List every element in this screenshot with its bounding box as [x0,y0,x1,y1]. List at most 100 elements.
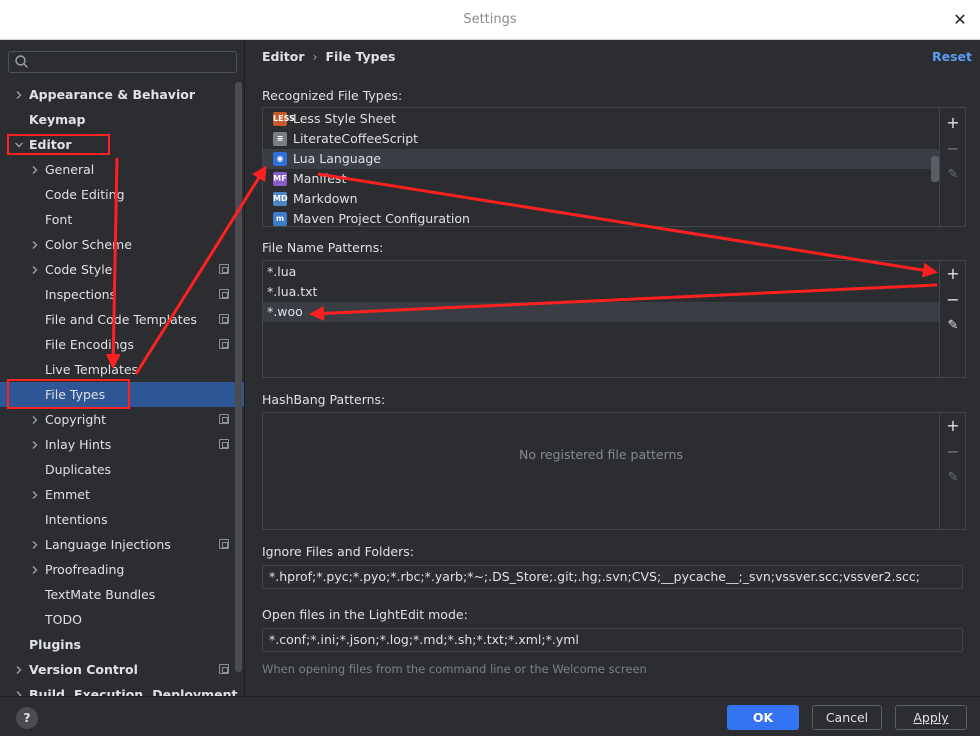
pattern-item[interactable]: *.lua [263,262,939,282]
chevron-right-icon[interactable] [14,682,26,696]
file-type-label: Lua Language [293,151,381,166]
sidebar-item-todo[interactable]: TODO [0,607,244,632]
file-type-item[interactable]: m Maven Project Configuration [263,209,939,226]
sidebar-item-build-execution-deployment[interactable]: Build, Execution, Deployment [0,682,244,696]
sidebar-item-editor[interactable]: Editor [0,132,244,157]
sidebar-item-color-scheme[interactable]: Color Scheme [0,232,244,257]
file-type-item[interactable]: ◉ Lua Language [263,149,939,169]
sidebar-item-plugins[interactable]: Plugins [0,632,244,657]
project-scope-icon [219,414,229,424]
sidebar-item-label: Code Editing [45,187,125,202]
remove-pattern-button[interactable]: − [940,287,966,313]
window-title: Settings [463,12,517,27]
chevron-right-icon[interactable] [30,232,42,257]
edit-file-type-button[interactable]: ✎ [940,162,966,188]
file-types-scrollbar[interactable] [931,156,939,182]
sidebar-item-proofreading[interactable]: Proofreading [0,557,244,582]
sidebar-item-copyright[interactable]: Copyright [0,407,244,432]
settings-sidebar: Appearance & Behavior Keymap Editor General… [0,40,245,696]
sidebar-item-label: File Encodings [45,337,135,352]
lua-icon: ◉ [273,152,287,166]
chevron-right-icon[interactable] [14,657,26,682]
ignore-files-field[interactable]: *.hprof;*.pyc;*.pyo;*.rbc;*.yarb;*~;.DS_… [262,565,963,589]
file-type-item[interactable]: ≡ LiterateCoffeeScript [263,129,939,149]
sidebar-item-live-templates[interactable]: Live Templates [0,357,244,382]
breadcrumb-separator: › [312,49,318,64]
settings-tree: Appearance & Behavior Keymap Editor General… [0,82,244,696]
sidebar-item-label: General [45,162,95,177]
sidebar-item-keymap[interactable]: Keymap [0,107,244,132]
sidebar-item-emmet[interactable]: Emmet [0,482,244,507]
remove-file-type-button[interactable]: − [940,136,966,162]
sidebar-item-language-injections[interactable]: Language Injections [0,532,244,557]
sidebar-item-duplicates[interactable]: Duplicates [0,457,244,482]
sidebar-item-font[interactable]: Font [0,207,244,232]
sidebar-item-label: TODO [45,612,82,627]
project-scope-icon [219,289,229,299]
file-type-item[interactable]: MD Markdown [263,189,939,209]
hashbang-patterns-list[interactable]: No registered file patterns [262,412,940,530]
pattern-item[interactable]: *.lua.txt [263,282,939,302]
chevron-right-icon[interactable] [14,82,26,107]
less-icon: LESS [273,112,295,126]
maven-icon: m [273,212,287,226]
add-file-type-button[interactable]: + [940,110,966,136]
sidebar-item-intentions[interactable]: Intentions [0,507,244,532]
sidebar-item-inspections[interactable]: Inspections [0,282,244,307]
sidebar-item-label: Appearance & Behavior [29,87,195,102]
chevron-down-icon[interactable] [14,132,26,157]
chevron-right-icon[interactable] [30,557,42,582]
sidebar-scrollbar[interactable] [235,82,242,672]
close-icon[interactable]: ✕ [950,10,970,30]
project-scope-icon [219,339,229,349]
sidebar-item-label: Inspections [45,287,117,302]
chevron-right-icon[interactable] [30,257,42,282]
sidebar-item-code-editing[interactable]: Code Editing [0,182,244,207]
reset-link[interactable]: Reset [932,49,972,64]
sidebar-item-label: Duplicates [45,462,112,477]
sidebar-item-appearance-behavior[interactable]: Appearance & Behavior [0,82,244,107]
chevron-right-icon[interactable] [30,532,42,557]
help-icon[interactable]: ? [16,707,38,729]
sidebar-item-label: Version Control [29,662,138,677]
sidebar-item-code-style[interactable]: Code Style [0,257,244,282]
sidebar-item-label: Live Templates [45,362,139,377]
sidebar-item-file-types[interactable]: File Types [0,382,244,407]
file-type-label: LiterateCoffeeScript [293,131,419,146]
coffee-icon: ≡ [273,132,287,146]
breadcrumb-parent[interactable]: Editor [262,49,305,64]
file-name-patterns-list[interactable]: *.lua *.lua.txt *.woo [262,260,940,378]
file-type-item[interactable]: LESS Less Style Sheet [263,109,939,129]
search-icon [14,54,30,70]
ignore-files-label: Ignore Files and Folders: [262,544,414,559]
ok-button[interactable]: OK [727,705,799,730]
sidebar-item-file-and-code-templates[interactable]: File and Code Templates [0,307,244,332]
chevron-right-icon[interactable] [30,482,42,507]
sidebar-item-general[interactable]: General [0,157,244,182]
lightedit-field[interactable]: *.conf;*.ini;*.json;*.log;*.md;*.sh;*.tx… [262,628,963,652]
apply-button[interactable]: Apply [895,705,967,730]
sidebar-item-file-encodings[interactable]: File Encodings [0,332,244,357]
recognized-file-types-list[interactable]: LESS Less Style Sheet ≡ LiterateCoffeeScrip… [262,107,940,227]
search-input[interactable] [8,51,237,73]
file-type-label: Markdown [293,191,358,206]
add-hashbang-button[interactable]: + [940,413,966,439]
project-scope-icon [219,439,229,449]
sidebar-item-label: Copyright [45,412,107,427]
cancel-button[interactable]: Cancel [812,705,882,730]
chevron-right-icon[interactable] [30,157,42,182]
sidebar-item-version-control[interactable]: Version Control [0,657,244,682]
file-type-item[interactable]: MF Manifest [263,169,939,189]
edit-hashbang-button[interactable]: ✎ [940,465,966,491]
pattern-item[interactable]: *.woo [263,302,939,322]
project-scope-icon [219,264,229,274]
sidebar-item-inlay-hints[interactable]: Inlay Hints [0,432,244,457]
file-name-patterns-label: File Name Patterns: [262,240,384,255]
chevron-right-icon[interactable] [30,432,42,457]
edit-pattern-button[interactable]: ✎ [940,313,966,339]
sidebar-item-textmate-bundles[interactable]: TextMate Bundles [0,582,244,607]
chevron-right-icon[interactable] [30,407,42,432]
add-pattern-button[interactable]: + [940,261,966,287]
remove-hashbang-button[interactable]: − [940,439,966,465]
sidebar-item-label: Build, Execution, Deployment [29,687,238,696]
